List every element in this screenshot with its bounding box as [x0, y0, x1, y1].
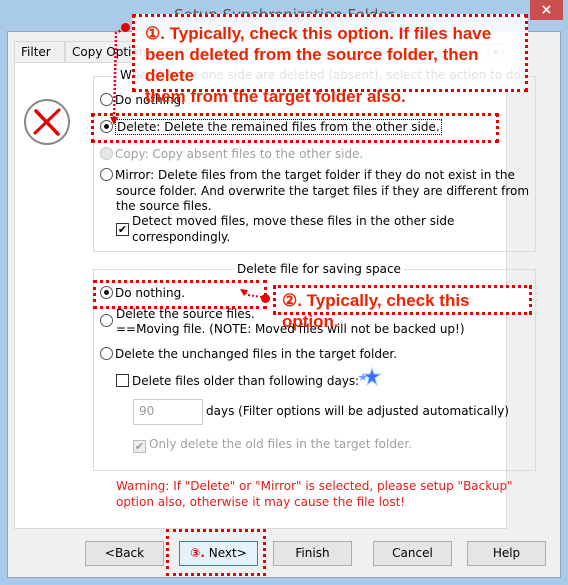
- checkbox-only-old: ✔ Only delete the old files in the target…: [133, 437, 412, 453]
- radio-label: Delete the unchanged files in the target…: [115, 347, 398, 361]
- detect-moved-label: Detect moved files, move these files in …: [132, 214, 455, 228]
- close-button[interactable]: ×: [530, 0, 563, 20]
- warning-text: Warning: If "Delete" or "Mirror" is sele…: [116, 478, 516, 510]
- annotation-1-callout: ①. Typically, check this option. If file…: [132, 14, 528, 106]
- red-x-circle-icon: [24, 99, 70, 145]
- radio-delete-source[interactable]: [100, 314, 115, 329]
- checkbox-detect-moved[interactable]: ✔: [116, 215, 132, 236]
- tab-filter[interactable]: Filter: [14, 41, 65, 62]
- checkbox-label: Only delete the old files in the target …: [149, 437, 412, 451]
- radio-label: Mirror: Delete files from the target fol…: [115, 168, 515, 182]
- warning-line-1: Warning: If "Delete" or "Mirror" is sele…: [116, 479, 513, 493]
- warning-line-2: option also, otherwise it may cause the …: [116, 495, 406, 509]
- checkbox-older-than[interactable]: Delete files older than following days:: [116, 374, 359, 389]
- radio-button[interactable]: [100, 168, 113, 181]
- days-suffix-label: days (Filter options will be adjusted au…: [206, 404, 509, 418]
- radio-mirror[interactable]: Mirror: Delete files from the target fol…: [100, 168, 515, 183]
- annotation-2-leader-arrow: [240, 289, 263, 298]
- radio-button[interactable]: [100, 347, 113, 360]
- checkbox-label: Delete files older than following days:: [132, 374, 360, 388]
- checkbox[interactable]: [116, 374, 129, 387]
- saving-space-group-caption: Delete file for saving space: [234, 262, 404, 276]
- radio-copy: Copy: Copy absent files to the other sid…: [100, 147, 363, 162]
- radio-button[interactable]: [100, 314, 113, 327]
- days-input[interactable]: 90: [133, 399, 203, 425]
- checkbox: ✔: [133, 440, 146, 453]
- radio-button: [100, 147, 113, 160]
- new-star-icon: [358, 367, 383, 387]
- radio-label: Copy: Copy absent files to the other sid…: [115, 147, 364, 161]
- help-button[interactable]: Help: [467, 541, 546, 566]
- annotation-1-highlight: [91, 113, 499, 143]
- checkbox[interactable]: ✔: [116, 223, 129, 236]
- radio-delete-unchanged[interactable]: Delete the unchanged files in the target…: [100, 347, 397, 362]
- delete-source-label: Delete the source files.: [116, 307, 255, 321]
- annotation-1-line-1: ①. Typically, check this option. If file…: [145, 24, 492, 43]
- annotation-2-callout: ②. Typically, check this option.: [273, 285, 532, 331]
- annotation-3-highlight: [166, 529, 266, 576]
- annotation-1-line-2: been deleted from the source folder, the…: [145, 45, 479, 85]
- finish-button[interactable]: Finish: [273, 541, 352, 566]
- cancel-button[interactable]: Cancel: [373, 541, 452, 566]
- back-button[interactable]: <Back: [85, 541, 164, 566]
- mirror-label-line2: source folder. And overwrite the target …: [116, 184, 530, 198]
- detect-moved-label-line2: correspondingly.: [132, 230, 231, 244]
- annotation-1-line-3: them from the target folder also.: [145, 87, 406, 106]
- mirror-label-line3: the source files.: [116, 199, 212, 213]
